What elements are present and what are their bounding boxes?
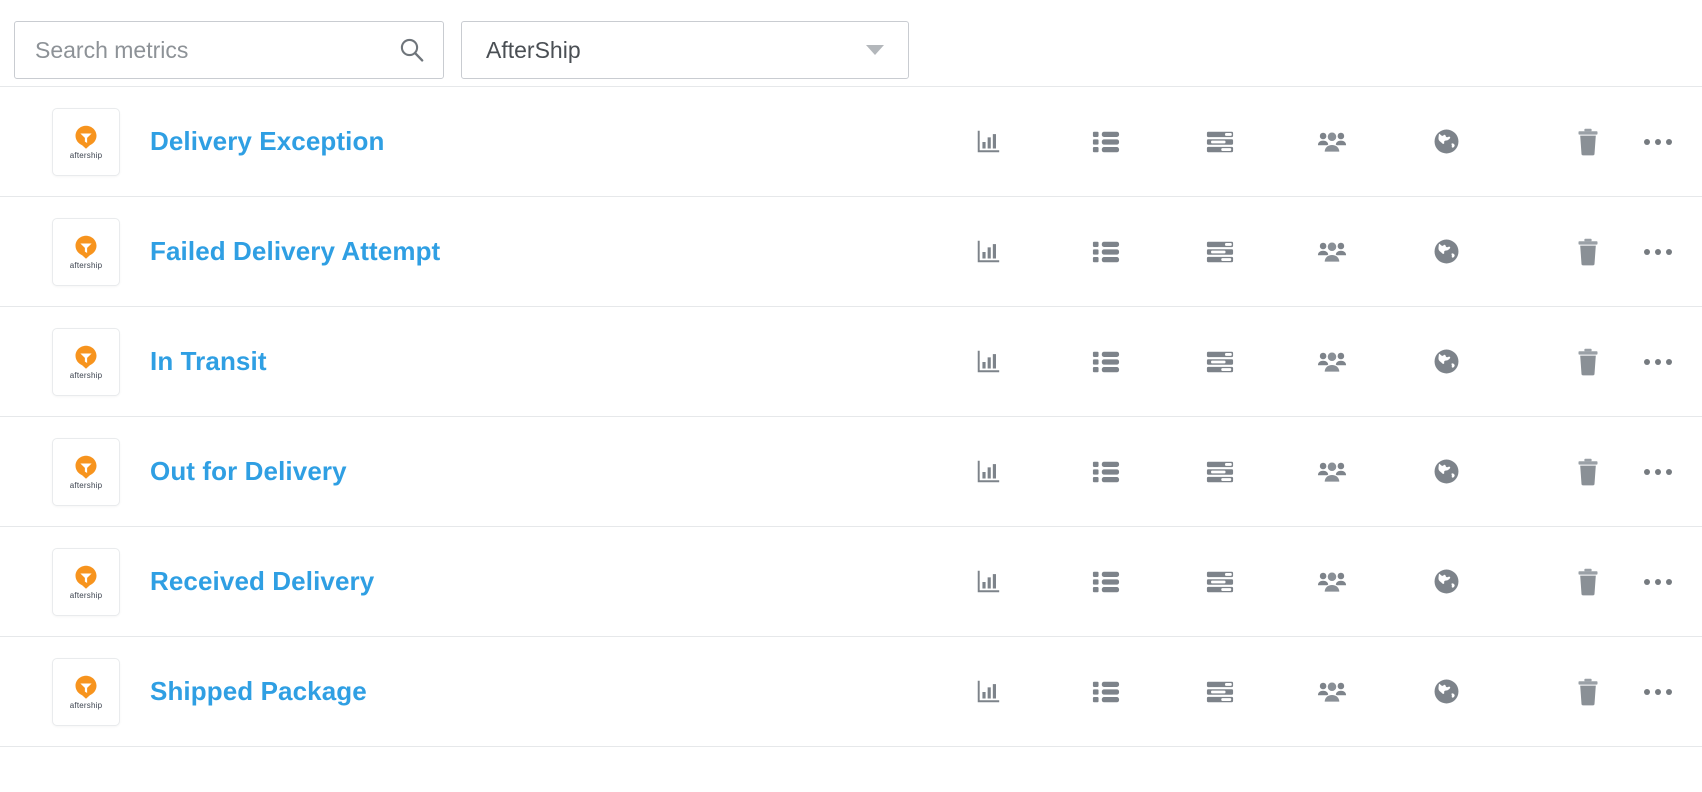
ellipsis-dots <box>1644 578 1672 585</box>
aftership-logo-word: aftership <box>69 371 103 380</box>
globe-icon[interactable] <box>1418 554 1474 610</box>
metric-link[interactable]: Received Delivery <box>150 566 374 597</box>
tasks-icon[interactable] <box>1192 224 1248 280</box>
metric-link[interactable]: Failed Delivery Attempt <box>150 236 440 267</box>
tasks-icon[interactable] <box>1192 114 1248 170</box>
globe-icon[interactable] <box>1418 114 1474 170</box>
aftership-logo: aftership <box>52 217 120 286</box>
users-icon[interactable] <box>1304 664 1360 720</box>
aftership-logo-word: aftership <box>69 481 103 490</box>
toolbar: AfterShip <box>0 0 1702 86</box>
users-icon[interactable] <box>1304 224 1360 280</box>
aftership-logo-word: aftership <box>69 261 103 270</box>
row-actions <box>960 444 1686 500</box>
list-icon[interactable] <box>1078 444 1134 500</box>
trash-icon[interactable] <box>1560 224 1616 280</box>
list-icon[interactable] <box>1078 334 1134 390</box>
list-icon[interactable] <box>1078 554 1134 610</box>
ellipsis-icon[interactable] <box>1630 114 1686 170</box>
ellipsis-icon[interactable] <box>1630 224 1686 280</box>
tasks-icon[interactable] <box>1192 444 1248 500</box>
trash-icon[interactable] <box>1560 444 1616 500</box>
chevron-down-icon[interactable] <box>866 45 884 55</box>
list-icon[interactable] <box>1078 114 1134 170</box>
integration-filter-select[interactable]: AfterShip <box>461 21 909 79</box>
integration-filter-value: AfterShip <box>486 36 581 63</box>
row-actions <box>960 334 1686 390</box>
chart-icon[interactable] <box>960 224 1016 280</box>
search-metrics-box[interactable] <box>14 21 444 79</box>
metric-link[interactable]: Shipped Package <box>150 676 367 707</box>
search-input[interactable] <box>15 22 443 78</box>
ellipsis-icon[interactable] <box>1630 664 1686 720</box>
chart-icon[interactable] <box>960 664 1016 720</box>
chart-icon[interactable] <box>960 334 1016 390</box>
table-row[interactable]: aftership Failed Delivery Attempt <box>0 197 1702 307</box>
ellipsis-icon[interactable] <box>1630 554 1686 610</box>
aftership-logo: aftership <box>52 437 120 506</box>
aftership-logo: aftership <box>52 327 120 396</box>
aftership-logo-word: aftership <box>69 701 103 710</box>
row-actions <box>960 224 1686 280</box>
metrics-page: AfterShip aftership Delivery Exception <box>0 0 1702 792</box>
tasks-icon[interactable] <box>1192 334 1248 390</box>
ellipsis-dots <box>1644 248 1672 255</box>
tasks-icon[interactable] <box>1192 664 1248 720</box>
ellipsis-icon[interactable] <box>1630 334 1686 390</box>
globe-icon[interactable] <box>1418 334 1474 390</box>
tasks-icon[interactable] <box>1192 554 1248 610</box>
metric-link[interactable]: Delivery Exception <box>150 126 384 157</box>
trash-icon[interactable] <box>1560 664 1616 720</box>
chart-icon[interactable] <box>960 114 1016 170</box>
metrics-list: aftership Delivery Exception aftership F… <box>0 86 1702 747</box>
list-icon[interactable] <box>1078 664 1134 720</box>
users-icon[interactable] <box>1304 334 1360 390</box>
chart-icon[interactable] <box>960 554 1016 610</box>
ellipsis-icon[interactable] <box>1630 444 1686 500</box>
table-row[interactable]: aftership Out for Delivery <box>0 417 1702 527</box>
users-icon[interactable] <box>1304 114 1360 170</box>
metric-link[interactable]: In Transit <box>150 346 267 377</box>
ellipsis-dots <box>1644 468 1672 475</box>
globe-icon[interactable] <box>1418 444 1474 500</box>
aftership-logo: aftership <box>52 107 120 176</box>
aftership-logo-word: aftership <box>69 591 103 600</box>
table-row[interactable]: aftership Shipped Package <box>0 637 1702 747</box>
ellipsis-dots <box>1644 138 1672 145</box>
list-icon[interactable] <box>1078 224 1134 280</box>
aftership-logo: aftership <box>52 657 120 726</box>
users-icon[interactable] <box>1304 554 1360 610</box>
ellipsis-dots <box>1644 688 1672 695</box>
table-row[interactable]: aftership In Transit <box>0 307 1702 417</box>
ellipsis-dots <box>1644 358 1672 365</box>
aftership-logo: aftership <box>52 547 120 616</box>
trash-icon[interactable] <box>1560 114 1616 170</box>
table-row[interactable]: aftership Delivery Exception <box>0 87 1702 197</box>
aftership-logo-word: aftership <box>69 151 103 160</box>
globe-icon[interactable] <box>1418 224 1474 280</box>
trash-icon[interactable] <box>1560 334 1616 390</box>
metric-link[interactable]: Out for Delivery <box>150 456 347 487</box>
chart-icon[interactable] <box>960 444 1016 500</box>
table-row[interactable]: aftership Received Delivery <box>0 527 1702 637</box>
users-icon[interactable] <box>1304 444 1360 500</box>
row-actions <box>960 664 1686 720</box>
globe-icon[interactable] <box>1418 664 1474 720</box>
row-actions <box>960 554 1686 610</box>
trash-icon[interactable] <box>1560 554 1616 610</box>
row-actions <box>960 114 1686 170</box>
